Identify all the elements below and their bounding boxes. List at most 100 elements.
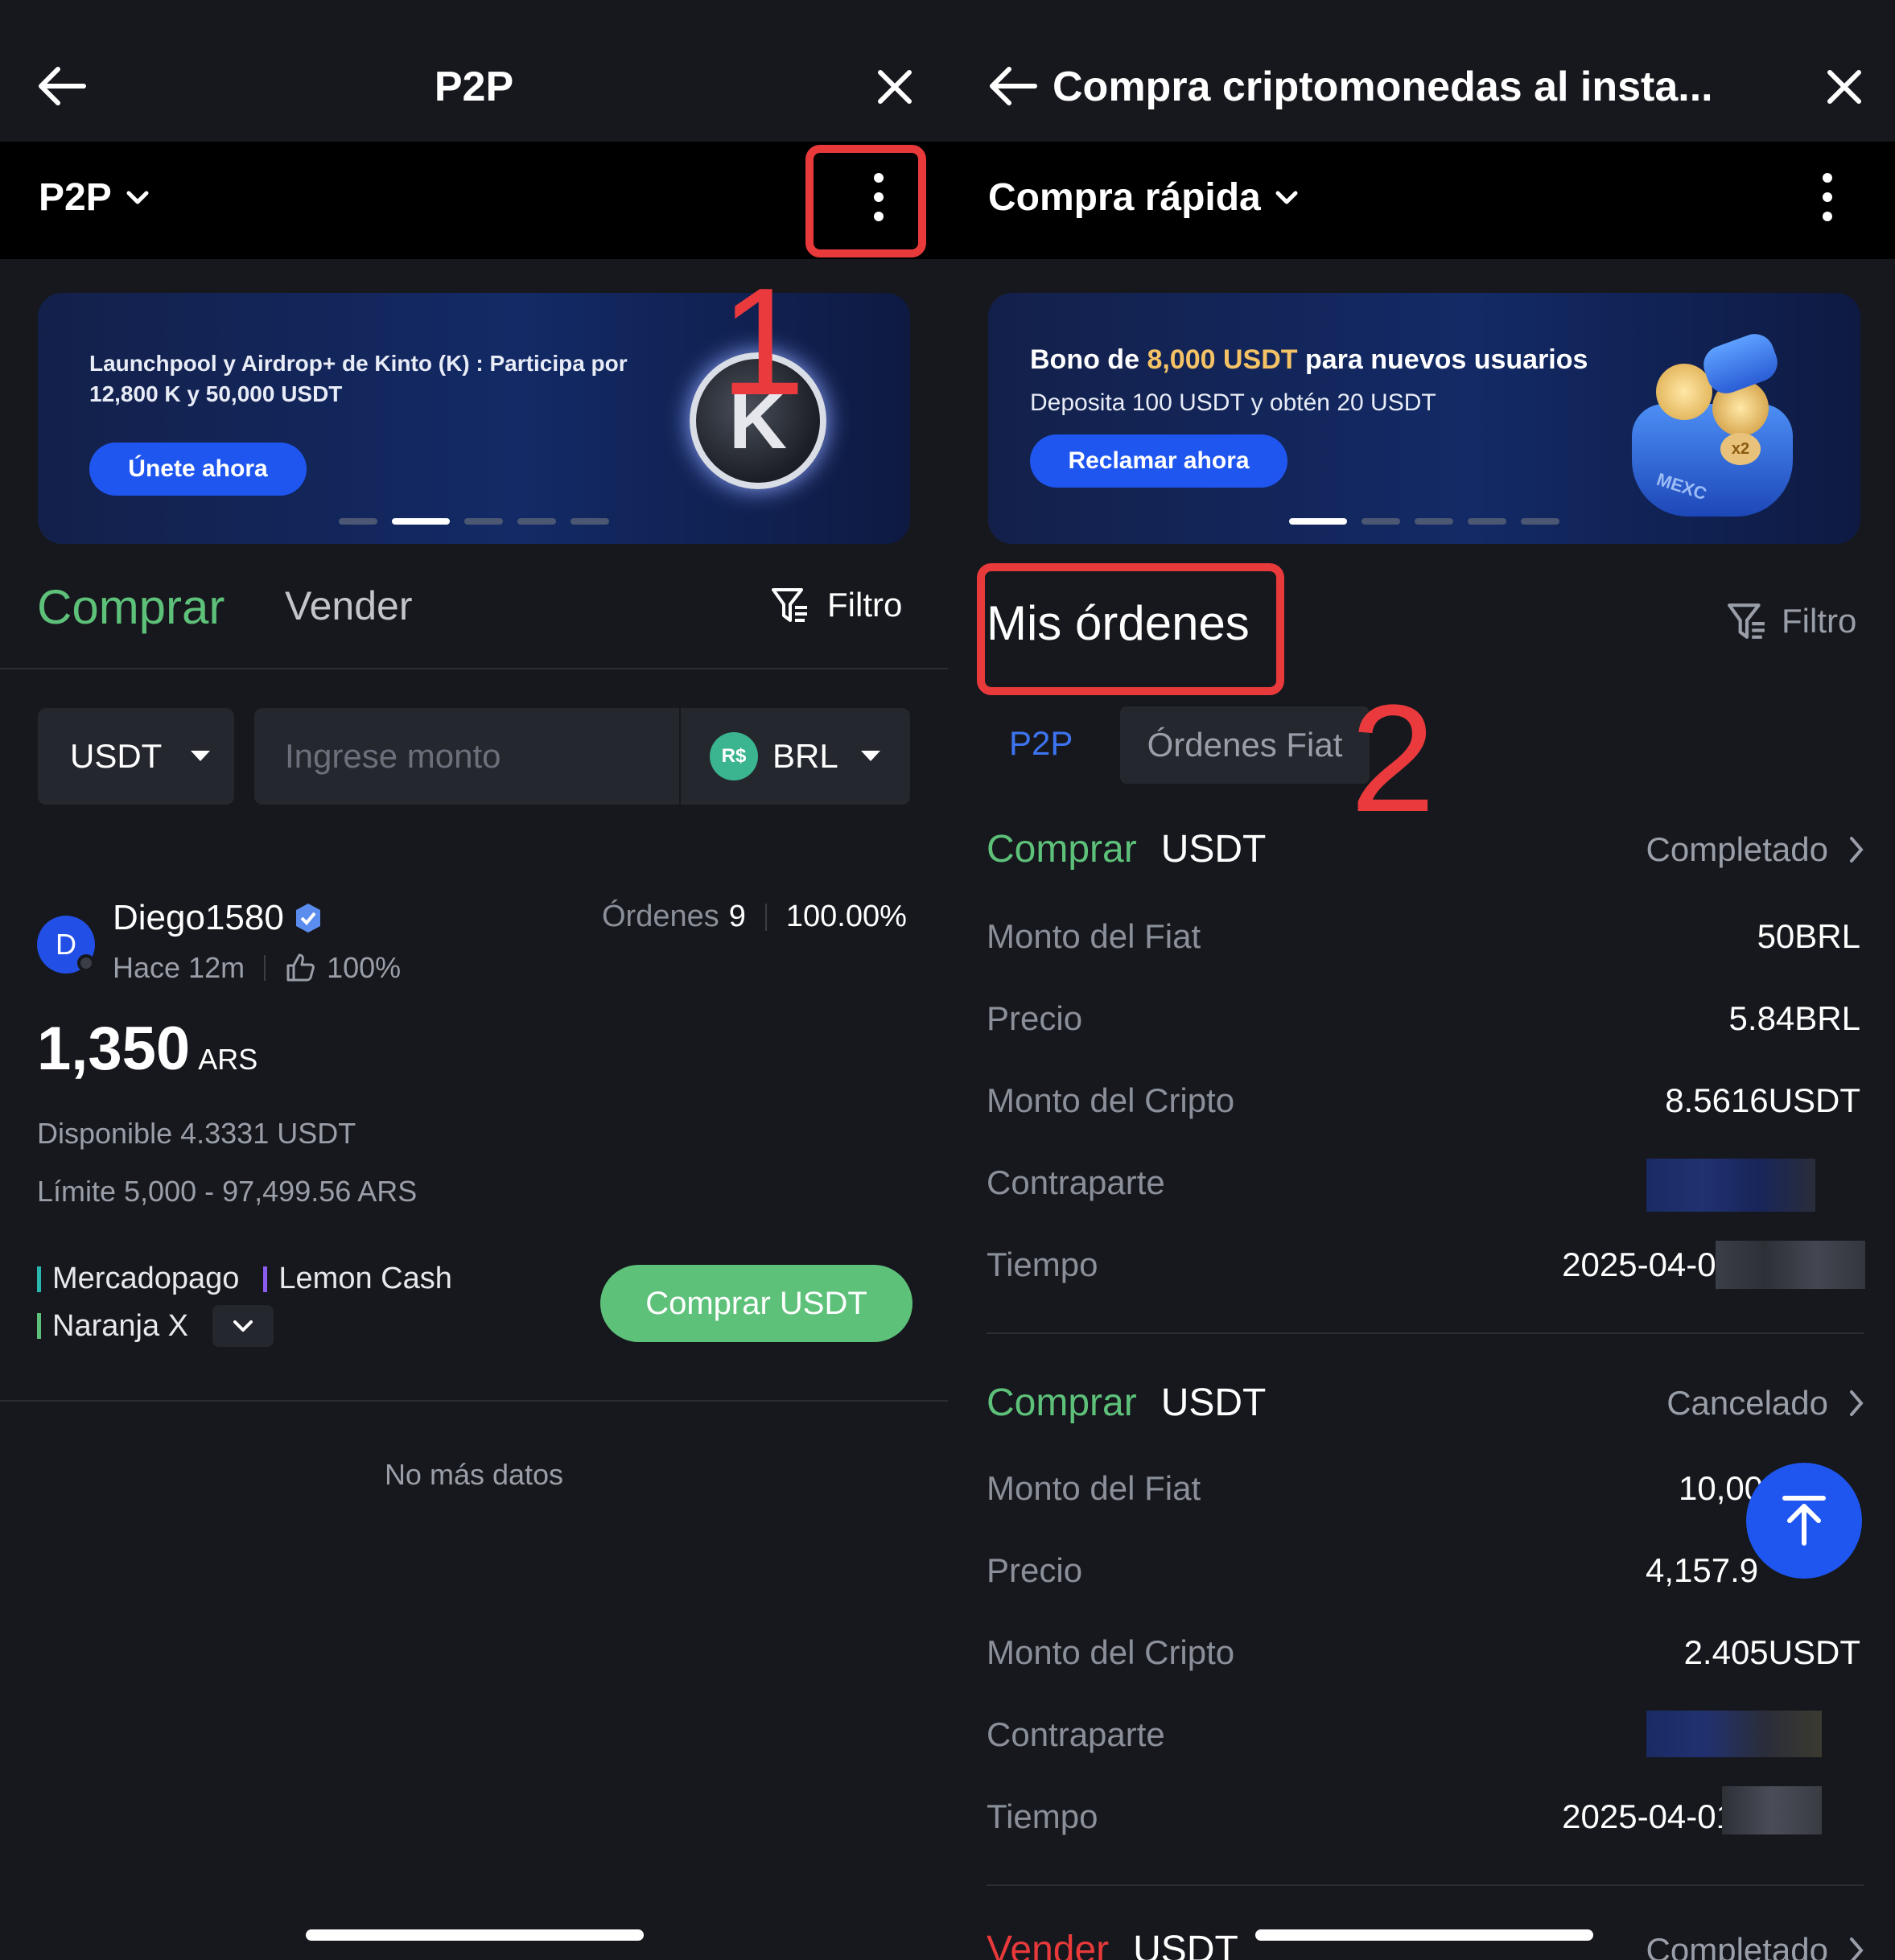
back-arrow-icon[interactable]: [988, 66, 1038, 106]
order-limit: Límite 5,000 - 97,499.56 ARS: [37, 1175, 418, 1208]
order-header[interactable]: Comprar USDT: [987, 827, 1266, 871]
annotation-step-1: 1: [720, 257, 805, 427]
mode-dropdown-label: Compra rápida: [988, 176, 1261, 219]
top-navigation-bar: P2P: [0, 0, 948, 142]
row-label: Precio: [987, 999, 1083, 1037]
crypto-select[interactable]: USDT: [38, 708, 234, 805]
brl-currency-icon: R$: [710, 732, 758, 780]
order-header[interactable]: Comprar USDT: [987, 1381, 1266, 1425]
filter-label: Filtro: [827, 586, 903, 624]
time-redacted: [1722, 1786, 1822, 1834]
chevron-right-icon: [1850, 837, 1864, 863]
orders-count: 9: [728, 900, 746, 933]
page-title: P2P: [434, 64, 514, 110]
order-status-link[interactable]: Cancelado: [1666, 1384, 1864, 1423]
available-amount: Disponible 4.3331 USDT: [37, 1117, 356, 1150]
orders-label: Órdenes: [602, 900, 719, 933]
row-label: Tiempo: [987, 1797, 1098, 1835]
row-value: 2.405USDT: [1683, 1633, 1860, 1671]
merchant-username: Diego1580: [113, 898, 284, 937]
crypto-select-value: USDT: [70, 737, 163, 775]
tab-p2p[interactable]: P2P: [1009, 724, 1073, 763]
row-label: Monto del Cripto: [987, 1081, 1235, 1119]
time-redacted: [1716, 1241, 1865, 1289]
join-now-button[interactable]: Únete ahora: [89, 443, 307, 496]
tab-sell[interactable]: Vender: [285, 583, 412, 629]
expand-payments-button[interactable]: [212, 1305, 274, 1347]
order-status: Cancelado: [1666, 1384, 1828, 1422]
price-value: 1,350: [37, 1015, 191, 1083]
amount-input-placeholder: Ingrese monto: [285, 737, 501, 775]
home-indicator: [1255, 1929, 1593, 1941]
mode-bar: Compra rápida: [948, 142, 1895, 259]
completion-rate: 100.00%: [785, 900, 907, 933]
price: 1,350 ARS: [37, 1014, 257, 1084]
row-value: 8.5616USDT: [1665, 1081, 1860, 1119]
order-status: Completado: [1646, 1931, 1828, 1960]
chevron-down-icon: [126, 191, 149, 204]
quick-buy-screen: Compra criptomonedas al insta... Compra …: [948, 0, 1895, 1960]
more-options-icon[interactable]: [1822, 172, 1833, 222]
order-asset: USDT: [1160, 828, 1267, 871]
payment-methods-row1: Mercadopago Lemon Cash: [37, 1262, 452, 1296]
banner-title: Bono de 8,000 USDT para nuevos usuarios: [1030, 344, 1588, 376]
caret-down-icon: [860, 751, 880, 761]
close-icon[interactable]: [877, 69, 912, 105]
last-active: Hace 12m: [113, 951, 245, 984]
payment-method: Naranja X: [52, 1308, 188, 1343]
promo-banner[interactable]: Bono de 8,000 USDT para nuevos usuarios …: [988, 293, 1860, 544]
fiat-select-value: BRL: [772, 737, 838, 775]
row-label: Contraparte: [987, 1163, 1165, 1201]
banner-bonus-amount: 8,000 USDT: [1147, 344, 1298, 375]
filter-button[interactable]: Filtro: [1727, 602, 1856, 640]
merchant-activity: Hace 12m 100%: [113, 951, 401, 985]
chevron-down-icon: [1275, 191, 1298, 204]
no-more-data: No más datos: [384, 1458, 564, 1491]
order-status-link[interactable]: Completado: [1646, 1931, 1864, 1960]
annotation-step-2: 2: [1350, 673, 1436, 844]
divider: [0, 1400, 948, 1402]
row-value: 4,157.9: [1646, 1551, 1759, 1589]
filter-icon: [772, 588, 807, 622]
tab-fiat-orders[interactable]: Órdenes Fiat: [1120, 706, 1370, 784]
p2p-screen: P2P P2P Launchpool y Airdrop+ de Kinto (…: [0, 0, 948, 1960]
row-value: 2025-04-01: [1562, 1246, 1735, 1283]
row-label: Contraparte: [987, 1715, 1165, 1753]
chevron-right-icon: [1850, 1937, 1864, 1960]
filter-icon: [1728, 603, 1765, 639]
order-side: Comprar: [987, 828, 1137, 871]
mode-dropdown[interactable]: P2P: [39, 175, 149, 220]
scroll-to-top-button[interactable]: [1746, 1463, 1862, 1579]
order-side: Comprar: [987, 1381, 1137, 1424]
payment-method: Mercadopago: [52, 1262, 240, 1295]
banner-badge: x2: [1720, 433, 1761, 465]
banner-subtitle: Deposita 100 USDT y obtén 20 USDT: [1030, 389, 1436, 416]
treasure-box-illustration: x2 MEXC: [1624, 328, 1809, 525]
page-title: Compra criptomonedas al insta...: [1053, 64, 1713, 110]
divider: [987, 1332, 1864, 1334]
order-status-link[interactable]: Completado: [1646, 830, 1864, 869]
mode-dropdown[interactable]: Compra rápida: [988, 175, 1298, 220]
banner-line-1: Launchpool y Airdrop+ de Kinto (K) : Par…: [89, 351, 628, 376]
payment-methods-row2: Naranja X: [37, 1305, 274, 1347]
amount-input[interactable]: Ingrese monto: [254, 708, 679, 805]
like-rate: 100%: [327, 951, 402, 984]
thumbs-up-icon: [286, 953, 315, 982]
buy-usdt-button[interactable]: Comprar USDT: [600, 1265, 912, 1342]
home-indicator: [306, 1929, 644, 1941]
tab-buy[interactable]: Comprar: [37, 579, 225, 635]
caret-down-icon: [191, 751, 211, 761]
close-icon[interactable]: [1827, 69, 1862, 105]
filter-button[interactable]: Filtro: [771, 586, 902, 624]
fiat-select[interactable]: R$ BRL: [681, 708, 910, 805]
carousel-indicator: [1289, 518, 1559, 525]
chevron-right-icon: [1850, 1390, 1864, 1416]
divider: [987, 1884, 1864, 1886]
row-label: Tiempo: [987, 1246, 1098, 1283]
order-header[interactable]: Vender USDT: [987, 1928, 1238, 1960]
avatar-letter: D: [56, 928, 76, 961]
annotation-highlight-menu: [805, 145, 926, 257]
row-value: 50BRL: [1757, 917, 1860, 955]
merchant-name-row[interactable]: Diego1580: [113, 898, 324, 938]
claim-now-button[interactable]: Reclamar ahora: [1030, 434, 1287, 488]
